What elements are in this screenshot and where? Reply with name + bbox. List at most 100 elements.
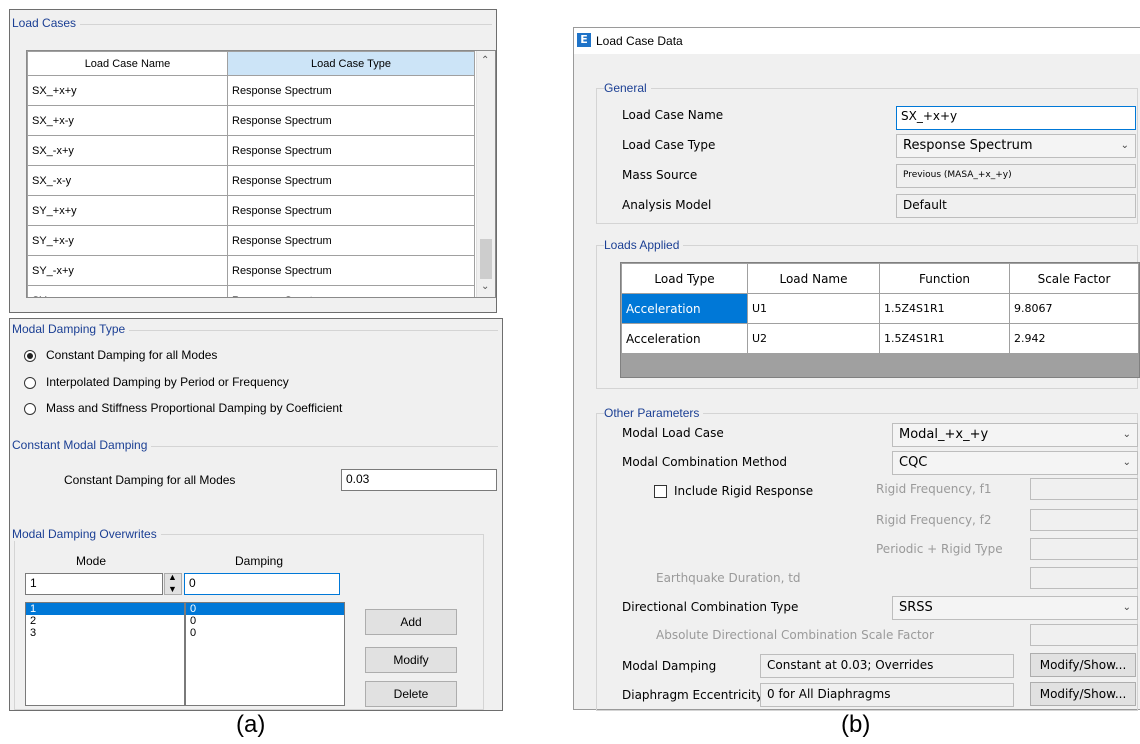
list-item[interactable]: 0	[186, 627, 344, 639]
modal-damping-field: Constant at 0.03; Overrides	[760, 654, 1014, 678]
include-rigid-label[interactable]: Include Rigid Response	[674, 484, 813, 498]
radio-interpolated-damping[interactable]	[24, 377, 36, 389]
load-case-name-label: Load Case Name	[622, 108, 724, 122]
scale-factor-cell[interactable]: 2.942	[1009, 323, 1139, 354]
mass-source-field[interactable]: Previous (MASA_+x_+y)	[896, 164, 1136, 188]
modal-combination-value: CQC	[899, 455, 928, 470]
list-item[interactable]: 2	[26, 615, 184, 627]
table-row[interactable]: SY_+x-y Response Spectrum	[27, 225, 475, 256]
overwrites-title: Modal Damping Overwrites	[12, 527, 161, 541]
load-name-cell[interactable]: U1	[747, 293, 880, 324]
load-case-type-cell[interactable]: Response Spectrum	[227, 285, 475, 297]
delete-button[interactable]: Delete	[365, 681, 457, 707]
table-row[interactable]: Acceleration U2 1.5Z4S1R1 2.942	[621, 323, 1139, 354]
load-case-name-cell[interactable]: SY_-x-y	[27, 285, 228, 297]
load-case-name-cell[interactable]: SX_-x-y	[27, 165, 228, 196]
load-case-type-cell[interactable]: Response Spectrum	[227, 75, 475, 106]
modal-combination-label: Modal Combination Method	[622, 455, 787, 469]
vertical-scrollbar[interactable]: ⌃ ⌄	[476, 51, 495, 297]
load-case-type-cell[interactable]: Response Spectrum	[227, 135, 475, 166]
function-cell[interactable]: 1.5Z4S1R1	[879, 293, 1010, 324]
load-case-name-cell[interactable]: SY_-x+y	[27, 255, 228, 286]
damping-header: Damping	[235, 554, 284, 568]
col-header-load-case-type[interactable]: Load Case Type	[227, 51, 475, 76]
scroll-up-icon[interactable]: ⌃	[481, 55, 489, 66]
radio-constant-damping-label[interactable]: Constant Damping for all Modes	[46, 348, 217, 362]
constant-damping-input[interactable]: 0.03	[341, 469, 497, 491]
load-case-name-cell[interactable]: SX_+x-y	[27, 105, 228, 136]
chevron-down-icon: ⌄	[1122, 429, 1131, 440]
load-case-name-cell[interactable]: SY_+x+y	[27, 195, 228, 226]
table-row[interactable]: SY_-x+y Response Spectrum	[27, 255, 475, 286]
load-case-name-input[interactable]: SX_+x+y	[896, 106, 1136, 130]
load-type-cell[interactable]: Acceleration	[621, 293, 748, 324]
table-row[interactable]: SX_-x-y Response Spectrum	[27, 165, 475, 196]
mode-list[interactable]: 1 2 3	[25, 602, 185, 706]
damping-type-title: Modal Damping Type	[12, 322, 130, 336]
load-case-type-cell[interactable]: Response Spectrum	[227, 105, 475, 136]
col-header-load-type[interactable]: Load Type	[621, 263, 748, 294]
rigid-f1-label: Rigid Frequency, f1	[876, 482, 992, 496]
damping-list[interactable]: 0 0 0	[185, 602, 345, 706]
caption-b: (b)	[841, 711, 871, 738]
spin-up-icon[interactable]: ▲	[168, 572, 177, 582]
diaphragm-modify-button[interactable]: Modify/Show...	[1030, 682, 1136, 706]
table-row[interactable]: SY_+x+y Response Spectrum	[27, 195, 475, 226]
load-case-type-value: Response Spectrum	[903, 138, 1033, 153]
earthquake-duration-field	[1030, 567, 1138, 589]
table-row[interactable]: SX_+x-y Response Spectrum	[27, 105, 475, 136]
table-row[interactable]: Acceleration U1 1.5Z4S1R1 9.8067	[621, 293, 1139, 324]
mode-spinner[interactable]: ▲ ▼	[164, 572, 182, 595]
table-row[interactable]: SY_-x-yResponse Spectrum	[27, 285, 475, 297]
mode-header: Mode	[76, 554, 107, 568]
diaphragm-eccentricity-field: 0 for All Diaphragms	[760, 683, 1014, 707]
list-item[interactable]: 3	[26, 627, 184, 639]
col-header-function[interactable]: Function	[879, 263, 1010, 294]
damping-input[interactable]: 0	[184, 573, 340, 595]
table-row[interactable]: SX_+x+y Response Spectrum	[27, 75, 475, 106]
radio-mass-stiffness-damping-label[interactable]: Mass and Stiffness Proportional Damping …	[46, 401, 342, 415]
load-case-type-cell[interactable]: Response Spectrum	[227, 255, 475, 286]
load-case-name-cell[interactable]: SX_+x+y	[27, 75, 228, 106]
list-item[interactable]: 0	[186, 615, 344, 627]
modify-button[interactable]: Modify	[365, 647, 457, 673]
diaphragm-eccentricity-label: Diaphragm Eccentricity	[622, 688, 764, 702]
abs-directional-field	[1030, 624, 1138, 646]
load-name-cell[interactable]: U2	[747, 323, 880, 354]
modal-load-case-value: Modal_+x_+y	[899, 427, 989, 442]
loads-applied-table: Load Type Load Name Function Scale Facto…	[621, 263, 1139, 354]
modal-load-case-select[interactable]: Modal_+x_+y ⌄	[892, 423, 1138, 447]
chevron-down-icon: ⌄	[1120, 140, 1129, 151]
include-rigid-checkbox[interactable]	[654, 485, 667, 498]
radio-constant-damping[interactable]	[24, 350, 36, 362]
load-case-type-cell[interactable]: Response Spectrum	[227, 165, 475, 196]
function-cell[interactable]: 1.5Z4S1R1	[879, 323, 1010, 354]
directional-combo-select[interactable]: SRSS ⌄	[892, 596, 1138, 620]
col-header-load-case-name[interactable]: Load Case Name	[27, 51, 228, 76]
col-header-load-name[interactable]: Load Name	[747, 263, 880, 294]
title-bar: E Load Case Data	[574, 28, 1140, 54]
load-case-type-cell[interactable]: Response Spectrum	[227, 195, 475, 226]
load-case-type-select[interactable]: Response Spectrum ⌄	[896, 134, 1136, 158]
scale-factor-cell[interactable]: 9.8067	[1009, 293, 1139, 324]
load-case-type-cell[interactable]: Response Spectrum	[227, 225, 475, 256]
table-row[interactable]: SX_-x+y Response Spectrum	[27, 135, 475, 166]
list-item[interactable]: 0	[186, 603, 344, 615]
modal-damping-modify-button[interactable]: Modify/Show...	[1030, 653, 1136, 677]
load-case-name-cell[interactable]: SX_-x+y	[27, 135, 228, 166]
scroll-thumb[interactable]	[480, 239, 492, 279]
mass-source-label: Mass Source	[622, 168, 698, 182]
modal-combination-select[interactable]: CQC ⌄	[892, 451, 1138, 475]
general-title: General	[604, 81, 651, 95]
spin-down-icon[interactable]: ▼	[168, 584, 177, 594]
mode-input[interactable]: 1	[25, 573, 163, 595]
col-header-scale-factor[interactable]: Scale Factor	[1009, 263, 1139, 294]
radio-mass-stiffness-damping[interactable]	[24, 403, 36, 415]
load-type-cell[interactable]: Acceleration	[621, 323, 748, 354]
modal-damping-panel: Modal Damping Type Constant Damping for …	[9, 318, 503, 711]
load-case-name-cell[interactable]: SY_+x-y	[27, 225, 228, 256]
add-button[interactable]: Add	[365, 609, 457, 635]
radio-interpolated-damping-label[interactable]: Interpolated Damping by Period or Freque…	[46, 375, 289, 389]
list-item[interactable]: 1	[26, 603, 184, 615]
scroll-down-icon[interactable]: ⌄	[481, 281, 489, 292]
